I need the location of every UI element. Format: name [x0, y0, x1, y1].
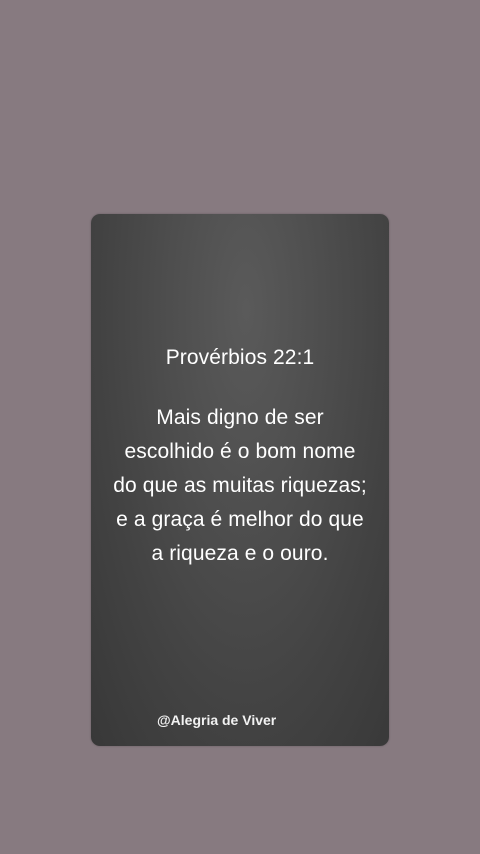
- author-signature: @Alegria de Viver: [157, 712, 277, 728]
- verse-text: Mais digno de ser escolhido é o bom nome…: [101, 401, 379, 571]
- verse-reference: Provérbios 22:1: [165, 346, 315, 369]
- verse-line: Mais digno de ser: [156, 406, 324, 429]
- verse-line: escolhido é o bom nome: [124, 440, 356, 463]
- verse-line: e a graça é melhor do que: [116, 508, 364, 531]
- verse-card: Provérbios 22:1 Mais digno de ser escolh…: [91, 214, 389, 746]
- verse-line: a riqueza e o ouro.: [151, 542, 329, 565]
- verse-line: do que as muitas riquezas;: [113, 474, 367, 497]
